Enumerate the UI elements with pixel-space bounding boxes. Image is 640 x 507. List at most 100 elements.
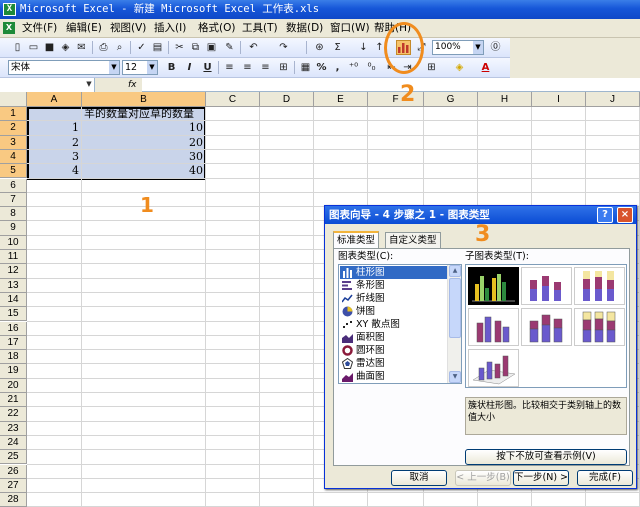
row-header-7[interactable]: 7	[0, 192, 27, 208]
name-box[interactable]: ▼	[0, 78, 95, 92]
underline-button[interactable]: U	[200, 60, 215, 75]
increase-decimal-icon[interactable]: ⁺⁰	[346, 60, 361, 75]
format-painter-icon[interactable]: ✎	[222, 40, 237, 55]
row-header-18[interactable]: 18	[0, 350, 27, 365]
row-header-3[interactable]: 3	[0, 135, 27, 150]
italic-button[interactable]: I	[182, 60, 197, 75]
column-header-d[interactable]: D	[260, 92, 314, 107]
subtype-3d-column[interactable]	[468, 349, 519, 387]
font-dropdown[interactable]: 宋体 ▼	[8, 60, 120, 75]
menu-data[interactable]: 数据(D)	[284, 21, 325, 36]
scroll-down-icon[interactable]: ▼	[449, 371, 461, 383]
cell-b5[interactable]: 40	[82, 164, 205, 178]
dialog-help-button[interactable]: ?	[597, 207, 613, 223]
menu-window[interactable]: 窗口(W)	[328, 21, 372, 36]
print-icon[interactable]: ⎙	[96, 40, 111, 55]
column-header-h[interactable]: H	[478, 92, 532, 107]
autosum-icon[interactable]: Σ	[330, 40, 345, 55]
row-header-16[interactable]: 16	[0, 321, 27, 336]
row-header-20[interactable]: 20	[0, 378, 27, 393]
menu-file[interactable]: 文件(F)	[20, 21, 59, 36]
subtype-stacked-column[interactable]	[521, 267, 572, 305]
scroll-thumb[interactable]	[449, 278, 461, 338]
column-header-c[interactable]: C	[206, 92, 260, 107]
subtype-3d-100-stacked-column[interactable]	[574, 308, 625, 346]
menu-edit[interactable]: 编辑(E)	[64, 21, 104, 36]
row-header-17[interactable]: 17	[0, 335, 27, 351]
cell-b3[interactable]: 20	[82, 136, 205, 150]
tab-standard-types[interactable]: 标准类型	[333, 231, 380, 249]
hyperlink-icon[interactable]: ⊛	[312, 40, 327, 55]
cell-b4[interactable]: 30	[82, 150, 205, 164]
research-icon[interactable]: ▤	[150, 40, 165, 55]
list-scrollbar[interactable]: ▲ ▼	[447, 265, 461, 383]
row-header-6[interactable]: 6	[0, 178, 27, 193]
row-header-11[interactable]: 11	[0, 250, 27, 265]
align-right-icon[interactable]: ≡	[258, 60, 273, 75]
menu-view[interactable]: 视图(V)	[108, 21, 148, 36]
formula-input[interactable]	[145, 78, 635, 92]
list-item-pie[interactable]: 饼图	[340, 305, 448, 318]
menu-tools[interactable]: 工具(T)	[240, 21, 280, 36]
font-color-icon[interactable]: A	[478, 60, 493, 75]
tab-custom-types[interactable]: 自定义类型	[385, 232, 441, 248]
font-size-dropdown[interactable]: 12 ▼	[122, 60, 158, 75]
row-header-22[interactable]: 22	[0, 407, 27, 422]
decrease-decimal-icon[interactable]: ⁰₀	[364, 60, 379, 75]
list-item-radar[interactable]: 雷达图	[340, 357, 448, 370]
scroll-up-icon[interactable]: ▲	[449, 265, 461, 277]
align-left-icon[interactable]: ≡	[222, 60, 237, 75]
row-header-10[interactable]: 10	[0, 235, 27, 250]
align-center-icon[interactable]: ≡	[240, 60, 255, 75]
cell-b1[interactable]: 羊的数量对应草的数量	[84, 107, 194, 121]
save-icon[interactable]: ■	[42, 40, 57, 55]
list-item-surface[interactable]: 曲面图	[340, 370, 448, 383]
permission-icon[interactable]: ◈	[58, 40, 73, 55]
email-icon[interactable]: ✉	[74, 40, 89, 55]
spelling-icon[interactable]: ✓	[134, 40, 149, 55]
row-header-5[interactable]: 5	[0, 164, 27, 179]
insert-function-icon[interactable]: fx	[128, 78, 137, 92]
cut-icon[interactable]: ✂	[172, 40, 187, 55]
cancel-button[interactable]: 取消	[391, 470, 447, 486]
merge-center-icon[interactable]: ⊞	[276, 60, 291, 75]
bold-button[interactable]: B	[164, 60, 179, 75]
list-item-area[interactable]: 面积图	[340, 331, 448, 344]
row-header-19[interactable]: 19	[0, 364, 27, 379]
cell-a5[interactable]: 4	[27, 164, 81, 178]
row-header-9[interactable]: 9	[0, 221, 27, 236]
menu-format[interactable]: 格式(O)	[196, 21, 237, 36]
row-header-14[interactable]: 14	[0, 292, 27, 308]
back-button[interactable]: < 上一步(B)	[455, 470, 511, 486]
comma-button[interactable]: ,	[330, 60, 345, 75]
column-header-f[interactable]: F	[368, 92, 424, 107]
row-header-24[interactable]: 24	[0, 435, 27, 451]
column-header-g[interactable]: G	[424, 92, 478, 107]
open-icon[interactable]: ▭	[26, 40, 41, 55]
dialog-close-button[interactable]: ×	[617, 207, 633, 223]
redo-icon[interactable]: ↷	[276, 40, 291, 55]
select-all-corner[interactable]	[0, 92, 27, 107]
paste-icon[interactable]: ▣	[204, 40, 219, 55]
row-header-13[interactable]: 13	[0, 278, 27, 293]
preview-sample-button[interactable]: 按下不放可查看示例(V)	[465, 449, 627, 465]
subtype-3d-clustered-column[interactable]	[468, 308, 519, 346]
column-header-b[interactable]: B	[82, 92, 206, 107]
row-header-25[interactable]: 25	[0, 450, 27, 465]
percent-button[interactable]: %	[314, 60, 329, 75]
finish-button[interactable]: 完成(F)	[577, 470, 633, 486]
row-header-26[interactable]: 26	[0, 464, 27, 479]
fill-color-icon[interactable]: ◈	[452, 60, 467, 75]
cell-a4[interactable]: 3	[27, 150, 81, 164]
new-icon[interactable]: ▯	[10, 40, 25, 55]
list-item-column[interactable]: 柱形图	[340, 266, 448, 279]
row-header-8[interactable]: 8	[0, 207, 27, 222]
row-header-27[interactable]: 27	[0, 478, 27, 494]
currency-icon[interactable]: ▦	[298, 60, 313, 75]
list-item-bar[interactable]: 条形图	[340, 279, 448, 292]
undo-icon[interactable]: ↶	[246, 40, 261, 55]
row-header-2[interactable]: 2	[0, 121, 27, 136]
excel-doc-icon[interactable]: X	[3, 22, 15, 34]
help-icon[interactable]: ⓪	[488, 40, 503, 55]
row-header-4[interactable]: 4	[0, 149, 27, 165]
